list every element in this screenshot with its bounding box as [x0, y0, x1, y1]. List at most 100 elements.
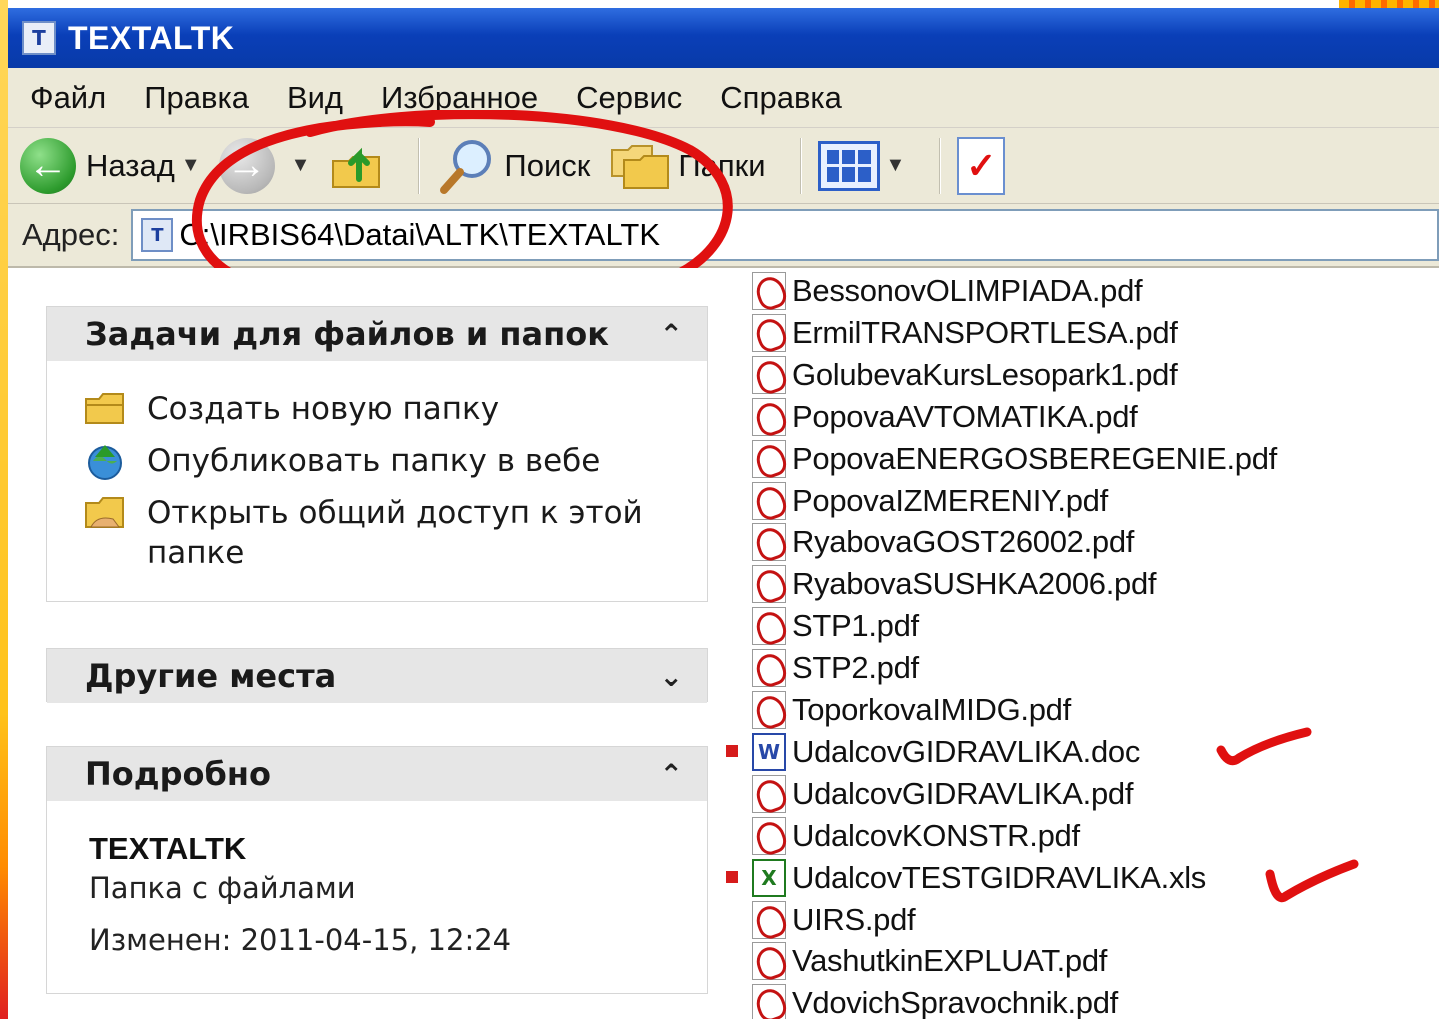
pdf-file-icon: [752, 523, 786, 562]
details-folder-type: Папка с файлами: [89, 871, 356, 905]
new-folder-icon: [85, 393, 124, 424]
file-name: VashutkinEXPLUAT.pdf: [792, 943, 1108, 979]
file-name: UdalcovGIDRAVLIKA.pdf: [792, 775, 1134, 811]
file-item[interactable]: UIRS.pdf: [752, 899, 916, 941]
details-modified: Изменен: 2011-04-15, 12:24: [89, 923, 512, 957]
pdf-file-icon: [752, 272, 786, 310]
menu-file[interactable]: Файл: [30, 80, 106, 116]
toolbar-separator: [939, 137, 942, 194]
expand-chevron-icon[interactable]: ⌄: [660, 660, 683, 693]
folder-window-icon: T: [22, 21, 56, 55]
file-item[interactable]: BessonovOLIMPIADA.pdf: [752, 270, 1143, 312]
back-dropdown-icon[interactable]: ▼: [181, 154, 201, 177]
menu-tools[interactable]: Сервис: [576, 80, 682, 116]
file-name: PopovaIZMERENIY.pdf: [792, 482, 1108, 518]
folder-up-icon: [332, 147, 381, 188]
pdf-file-icon: [752, 774, 786, 813]
forward-dropdown-icon[interactable]: ▼: [291, 154, 311, 177]
collapse-chevron-icon[interactable]: ⌃: [660, 758, 683, 791]
file-item[interactable]: PopovaIZMERENIY.pdf: [752, 480, 1108, 522]
file-name: UdalcovTESTGIDRAVLIKA.xls: [792, 859, 1206, 895]
address-folder-icon: T: [141, 218, 174, 252]
pdf-file-icon: [752, 481, 786, 520]
pdf-file-icon: [752, 649, 786, 688]
file-item[interactable]: RyabovaSUSHKA2006.pdf: [752, 563, 1157, 605]
file-name: STP2.pdf: [792, 650, 919, 686]
pdf-file-icon: [752, 984, 786, 1019]
file-item[interactable]: STP1.pdf: [752, 605, 919, 647]
file-item[interactable]: W UdalcovGIDRAVLIKA.doc: [726, 731, 1140, 773]
file-item[interactable]: PopovaAVTOMATIKA.pdf: [752, 396, 1138, 438]
toolbar-separator: [418, 137, 421, 194]
menu-view[interactable]: Вид: [287, 80, 343, 116]
task-publish-web[interactable]: Опубликовать папку в вебе: [83, 441, 707, 481]
task-label: Открыть общий доступ к этой папке: [147, 495, 643, 571]
tasks-panel-header[interactable]: Задачи для файлов и папок ⌃: [47, 307, 707, 361]
file-name: GolubevaKursLesopark1.pdf: [792, 356, 1178, 392]
pdf-file-icon: [752, 397, 786, 436]
doc-file-icon: W: [752, 732, 786, 771]
file-item[interactable]: UdalcovKONSTR.pdf: [752, 815, 1080, 857]
file-name: ToporkovaIMIDG.pdf: [792, 692, 1071, 727]
file-item[interactable]: PopovaENERGOSBEREGENIE.pdf: [752, 438, 1277, 480]
file-item[interactable]: VashutkinEXPLUAT.pdf: [752, 940, 1107, 982]
task-new-folder[interactable]: Создать новую папку: [83, 389, 707, 429]
other-places-panel: Другие места ⌄: [46, 648, 708, 703]
file-name: BessonovOLIMPIADA.pdf: [792, 273, 1143, 308]
file-name: UIRS.pdf: [792, 901, 916, 937]
menu-favorites[interactable]: Избранное: [381, 80, 538, 116]
file-item[interactable]: ErmilTRANSPORTLESA.pdf: [752, 312, 1178, 354]
other-places-header[interactable]: Другие места ⌄: [47, 649, 707, 703]
pdf-file-icon: [752, 439, 786, 478]
file-item[interactable]: X UdalcovTESTGIDRAVLIKA.xls: [726, 857, 1206, 899]
folders-button[interactable]: Папки: [608, 140, 766, 192]
window-title: TEXTALTK: [68, 19, 235, 56]
task-share-folder[interactable]: Открыть общий доступ к этой папке: [83, 493, 707, 573]
back-button[interactable]: ← Назад ▼: [20, 137, 201, 194]
file-item[interactable]: VdovichSpravochnik.pdf: [752, 982, 1118, 1019]
file-item[interactable]: UdalcovGIDRAVLIKA.pdf: [752, 773, 1133, 815]
forward-button[interactable]: → ▼: [218, 137, 311, 194]
file-item[interactable]: ToporkovaIMIDG.pdf: [752, 689, 1071, 731]
folders-label: Папки: [678, 147, 766, 183]
details-panel-header[interactable]: Подробно ⌃: [47, 747, 707, 801]
file-name: PopovaAVTOMATIKA.pdf: [792, 398, 1138, 434]
folders-icon: [611, 144, 670, 189]
file-name: ErmilTRANSPORTLESA.pdf: [792, 314, 1178, 350]
search-icon: [440, 139, 492, 194]
details-panel: Подробно ⌃ TEXTALTK Папка с файлами Изме…: [46, 746, 708, 994]
file-item[interactable]: STP2.pdf: [752, 647, 919, 689]
menu-help[interactable]: Справка: [720, 80, 842, 116]
file-name: RyabovaSUSHKA2006.pdf: [792, 566, 1157, 602]
pdf-file-icon: [752, 691, 786, 729]
search-button[interactable]: Поиск: [436, 135, 590, 197]
details-panel-title: Подробно: [85, 755, 271, 793]
file-name: STP1.pdf: [792, 608, 919, 644]
tasks-panel: Задачи для файлов и папок ⌃ Создать нову…: [46, 306, 708, 602]
publish-web-icon: [88, 445, 122, 480]
views-button[interactable]: ▼: [817, 140, 906, 191]
menu-edit[interactable]: Правка: [144, 80, 249, 116]
other-places-title: Другие места: [85, 657, 337, 695]
window-titlebar[interactable]: T TEXTALTK: [8, 8, 1439, 68]
selection-marker: [726, 744, 738, 757]
file-item[interactable]: RyabovaGOST26002.pdf: [752, 521, 1134, 563]
check-document-icon: ✓: [957, 136, 1006, 195]
file-item[interactable]: GolubevaKursLesopark1.pdf: [752, 354, 1178, 396]
address-input[interactable]: T C:\IRBIS64\Datai\ALTK\TEXTALTK: [131, 209, 1439, 261]
toolbar: ← Назад ▼ → ▼ Поиск Папки ▼ ✓: [8, 128, 1439, 204]
pdf-file-icon: [752, 313, 786, 352]
pdf-file-icon: [752, 355, 786, 394]
collapse-chevron-icon[interactable]: ⌃: [660, 318, 683, 351]
properties-button[interactable]: ✓: [957, 136, 1006, 195]
back-label: Назад: [86, 147, 175, 183]
up-folder-button[interactable]: [328, 138, 384, 194]
toolbar-separator: [799, 137, 802, 194]
details-folder-name: TEXTALTK: [89, 831, 247, 866]
views-dropdown-icon[interactable]: ▼: [886, 154, 906, 177]
pdf-file-icon: [752, 607, 786, 646]
slide-corner-decoration: [1339, 0, 1439, 8]
task-pane: Задачи для файлов и папок ⌃ Создать нову…: [8, 268, 726, 1019]
address-bar: Адрес: T C:\IRBIS64\Datai\ALTK\TEXTALTK: [8, 204, 1439, 268]
search-label: Поиск: [504, 147, 591, 183]
